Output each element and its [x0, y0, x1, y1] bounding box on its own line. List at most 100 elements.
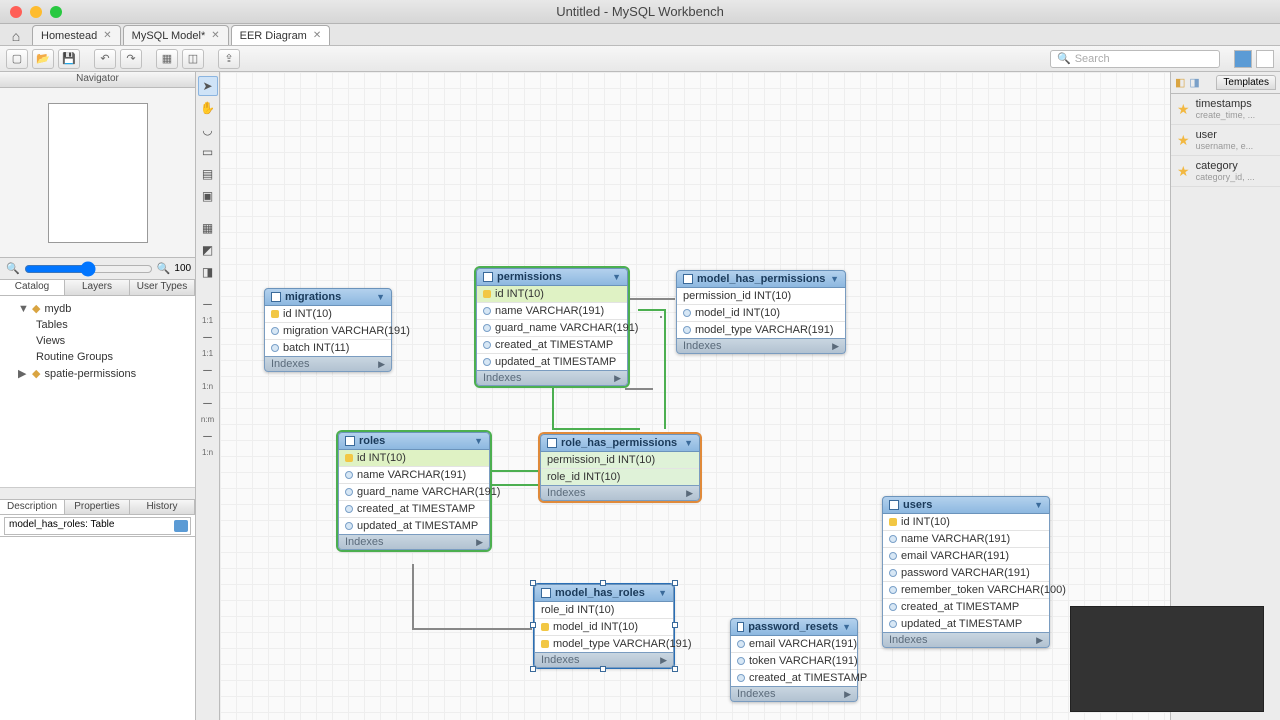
catalog-tree: ▼◆mydb Tables Views Routine Groups ▶◆spa… — [0, 296, 195, 487]
entity-title: roles — [359, 435, 385, 447]
selection-handle[interactable] — [530, 622, 536, 628]
maximize-icon[interactable] — [50, 6, 62, 18]
tree-item-mydb[interactable]: ▼◆mydb — [0, 300, 195, 317]
column-icon — [737, 657, 745, 665]
tab-eer-diagram[interactable]: EER Diagram✕ — [231, 25, 331, 45]
search-input[interactable]: 🔍Search — [1050, 50, 1220, 68]
column: guard_name VARCHAR(191) — [357, 486, 500, 498]
rel-existing-tool[interactable]: ─ — [198, 426, 218, 446]
column-icon — [683, 326, 691, 334]
templates-tab[interactable]: Templates — [1216, 75, 1276, 90]
tab-label: MySQL Model* — [132, 30, 206, 42]
selection-handle[interactable] — [600, 666, 606, 672]
new-file-button[interactable]: ▢ — [6, 49, 28, 69]
close-icon[interactable] — [10, 6, 22, 18]
open-file-button[interactable]: 📂 — [32, 49, 54, 69]
pointer-tool[interactable]: ➤ — [198, 76, 218, 96]
entity-role-has-permissions[interactable]: role_has_permissions▼ permission_id INT(… — [540, 434, 700, 501]
nav-tab-layers[interactable]: Layers — [65, 280, 130, 295]
column: id INT(10) — [357, 452, 406, 464]
minimize-icon[interactable] — [30, 6, 42, 18]
entity-password-resets[interactable]: password_resets▼ email VARCHAR(191) toke… — [730, 618, 858, 702]
tab-homestead[interactable]: Homestead ✕ — [32, 25, 121, 45]
chevron-down-icon: ▼ — [684, 438, 693, 448]
tree-item-spatie[interactable]: ▶◆spatie-permissions — [0, 365, 195, 382]
zoom-slider[interactable] — [24, 261, 153, 277]
undo-button[interactable]: ↶ — [94, 49, 116, 69]
export-button[interactable]: ⇪ — [218, 49, 240, 69]
entity-users[interactable]: users▼ id INT(10) name VARCHAR(191) emai… — [882, 496, 1050, 648]
selection-handle[interactable] — [600, 580, 606, 586]
rel-1-1-nonident-tool[interactable]: ─ — [198, 294, 218, 314]
ptab-history[interactable]: History — [130, 500, 195, 514]
grid-button[interactable]: ▦ — [156, 49, 178, 69]
rel-1-n-ident-tool[interactable]: ─ — [198, 360, 218, 380]
column: model_id INT(10) — [695, 307, 780, 319]
selection-handle[interactable] — [672, 622, 678, 628]
rel-1-n-nonident-tool[interactable]: ─ — [198, 327, 218, 347]
tree-item-tables[interactable]: Tables — [0, 317, 195, 333]
right-panel-toggle[interactable] — [1256, 50, 1274, 68]
routine-tool[interactable]: ◨ — [198, 262, 218, 282]
table-tool[interactable]: ▦ — [198, 218, 218, 238]
indexes-label: Indexes — [271, 358, 310, 370]
diagram-canvas[interactable]: migrations▼ id INT(10) migration VARCHAR… — [220, 72, 1170, 720]
column-icon — [345, 471, 353, 479]
entity-permissions[interactable]: permissions▼ id INT(10) name VARCHAR(191… — [476, 268, 628, 386]
object-selector[interactable]: model_has_roles: Table — [4, 517, 191, 535]
close-icon[interactable]: ✕ — [313, 30, 321, 41]
template-category[interactable]: ★categorycategory_id, ... — [1171, 156, 1280, 187]
entity-title: role_has_permissions — [561, 437, 677, 449]
tool-label: 1:1 — [202, 316, 213, 325]
tree-scrollbar[interactable] — [0, 487, 195, 499]
save-button[interactable]: 💾 — [58, 49, 80, 69]
hand-tool[interactable]: ✋ — [198, 98, 218, 118]
close-icon[interactable]: ✕ — [211, 30, 219, 41]
tab-label: Homestead — [41, 30, 97, 42]
nav-tab-usertypes[interactable]: User Types — [130, 280, 195, 295]
home-icon[interactable]: ⌂ — [6, 27, 26, 45]
column: remember_token VARCHAR(100) — [901, 584, 1066, 596]
view-tool[interactable]: ◩ — [198, 240, 218, 260]
column: id INT(10) — [283, 308, 332, 320]
selection-handle[interactable] — [530, 580, 536, 586]
entity-model-has-roles[interactable]: model_has_roles▼ role_id INT(10) model_i… — [534, 584, 674, 668]
table-icon — [737, 622, 744, 632]
table-icon — [271, 292, 281, 302]
ptab-properties[interactable]: Properties — [65, 500, 130, 514]
rel-n-m-tool[interactable]: ─ — [198, 393, 218, 413]
selection-handle[interactable] — [672, 580, 678, 586]
selection-handle[interactable] — [530, 666, 536, 672]
column-icon — [483, 324, 491, 332]
template-icon[interactable]: ◨ — [1189, 76, 1199, 89]
redo-button[interactable]: ↷ — [120, 49, 142, 69]
ptab-description[interactable]: Description — [0, 500, 65, 514]
tab-mysql-model[interactable]: MySQL Model* ✕ — [123, 25, 229, 45]
zoom-in-icon[interactable]: 🔍 — [157, 262, 171, 275]
tree-label: mydb — [44, 303, 71, 315]
column-icon — [483, 358, 491, 366]
entity-migrations[interactable]: migrations▼ id INT(10) migration VARCHAR… — [264, 288, 392, 372]
entity-model-has-permissions[interactable]: model_has_permissions▼ permission_id INT… — [676, 270, 846, 354]
close-icon[interactable]: ✕ — [103, 30, 111, 41]
layer-tool[interactable]: ▭ — [198, 142, 218, 162]
image-tool[interactable]: ▣ — [198, 186, 218, 206]
note-tool[interactable]: ▤ — [198, 164, 218, 184]
template-user[interactable]: ★userusername, e... — [1171, 125, 1280, 156]
eraser-tool[interactable]: ◡ — [198, 120, 218, 140]
traffic-lights — [0, 6, 62, 18]
zoom-out-icon[interactable]: 🔍 — [6, 262, 20, 275]
tree-item-routines[interactable]: Routine Groups — [0, 349, 195, 365]
template-icon[interactable]: ◧ — [1175, 76, 1185, 89]
table-icon — [345, 436, 355, 446]
navigator-panel: Navigator 🔍 🔍 100 Catalog Layers User Ty… — [0, 72, 196, 720]
align-button[interactable]: ◫ — [182, 49, 204, 69]
nav-tab-catalog[interactable]: Catalog — [0, 280, 65, 295]
entity-roles[interactable]: roles▼ id INT(10) name VARCHAR(191) guar… — [338, 432, 490, 550]
selection-handle[interactable] — [672, 666, 678, 672]
left-panel-toggle[interactable] — [1234, 50, 1252, 68]
minimap[interactable] — [0, 88, 195, 258]
template-timestamps[interactable]: ★timestampscreate_time, ... — [1171, 94, 1280, 125]
tree-item-views[interactable]: Views — [0, 333, 195, 349]
column-icon — [345, 522, 353, 530]
